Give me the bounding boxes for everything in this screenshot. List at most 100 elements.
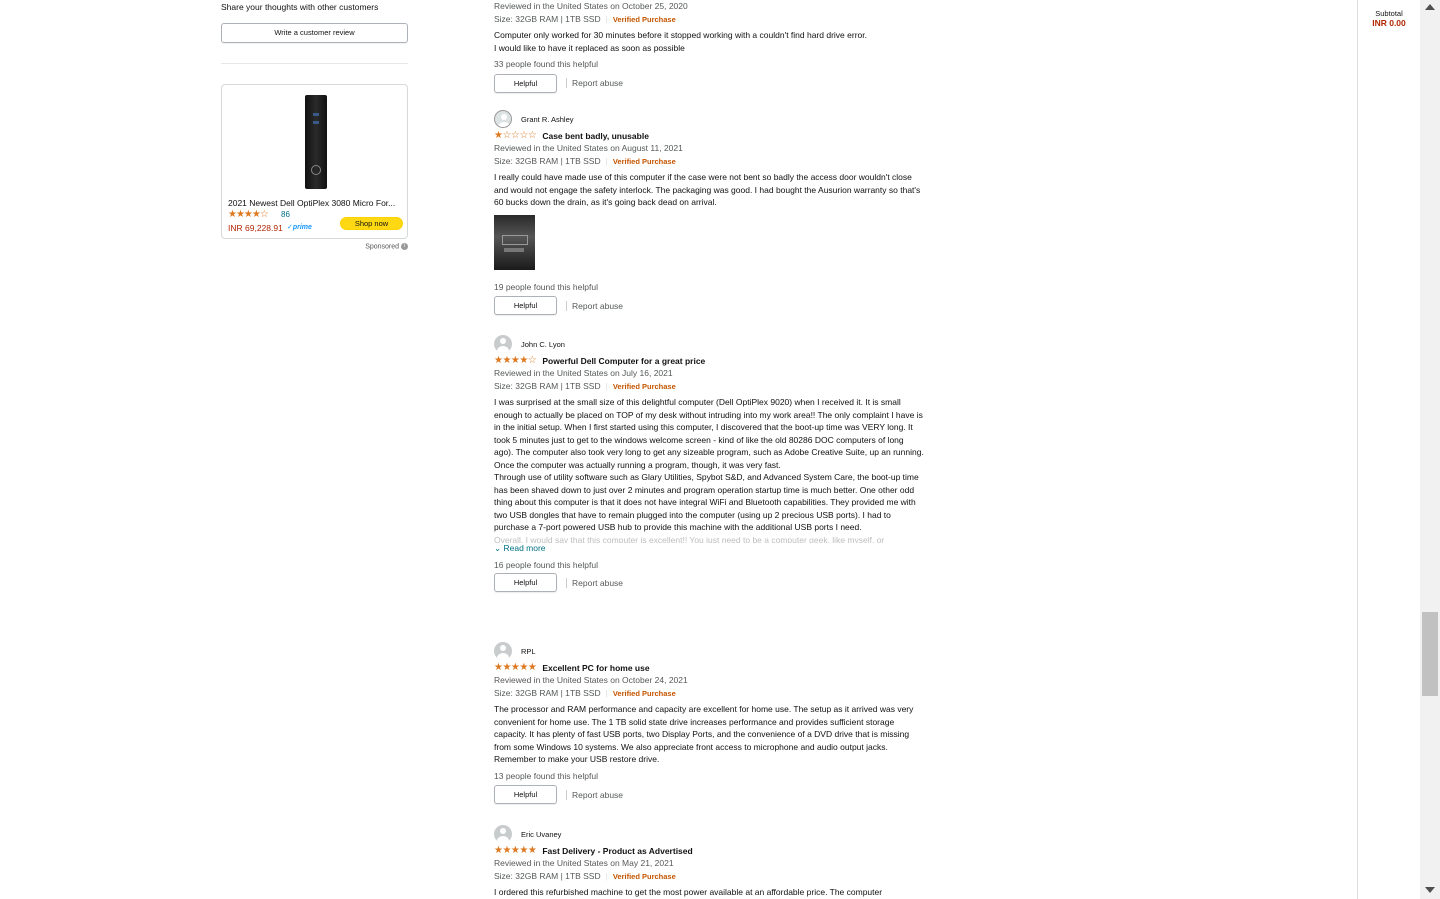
helpful-count: 13 people found this helpful (494, 770, 598, 781)
scroll-down-arrow-icon[interactable] (1425, 887, 1435, 893)
review-body: Computer only worked for 30 minutes befo… (494, 29, 924, 54)
star-rating-icon[interactable]: ★★★★★ (494, 846, 537, 856)
divider (566, 577, 567, 588)
sponsored-label: Sponsored i (221, 243, 408, 250)
review-date: Reviewed in the United States on May 21,… (494, 858, 674, 868)
left-column: Share your thoughts with other customers… (221, 0, 408, 250)
review-title-row: ★★★★★ Fast Delivery - Product as Adverti… (494, 845, 924, 857)
info-icon[interactable]: i (401, 243, 408, 250)
divider (566, 789, 567, 800)
review-actions: Helpful Report abuse (494, 296, 924, 316)
report-abuse-link[interactable]: Report abuse (572, 78, 623, 88)
write-review-button[interactable]: Write a customer review (221, 23, 408, 43)
report-abuse-link[interactable]: Report abuse (572, 790, 623, 800)
helpful-button[interactable]: Helpful (494, 296, 557, 315)
review-body-paragraph: I would like to have it replaced as soon… (494, 42, 685, 53)
review-date: Reviewed in the United States on August … (494, 143, 683, 153)
verified-purchase-badge: Verified Purchase (612, 871, 676, 881)
ad-product-title[interactable]: 2021 Newest Dell OptiPlex 3080 Micro For… (228, 198, 404, 208)
review-body-paragraph: I was surprised at the small size of thi… (494, 397, 924, 470)
sponsored-ad-card[interactable]: 2021 Newest Dell OptiPlex 3080 Micro For… (221, 84, 408, 239)
ad-rating-stars[interactable]: ★★★★☆ (228, 209, 269, 220)
read-more-link[interactable]: ⌄ Read more (494, 543, 924, 554)
helpful-count: 16 people found this helpful (494, 559, 598, 570)
review-actions: Helpful Report abuse (494, 573, 924, 593)
review-item: Reviewed in the United States on October… (494, 0, 924, 93)
verified-purchase-badge: Verified Purchase (612, 381, 676, 391)
star-rating-icon[interactable]: ★★★★☆ (494, 356, 537, 366)
review-body: The processor and RAM performance and ca… (494, 703, 924, 766)
star-rating-icon[interactable]: ★☆☆☆☆ (494, 131, 537, 141)
ad-rating-count[interactable]: 86 (281, 210, 290, 219)
avatar[interactable] (494, 335, 512, 353)
review-variant: Size: 32GB RAM | 1TB SSD | Verified Purcha… (494, 687, 676, 698)
helpful-count: 33 people found this helpful (494, 59, 598, 69)
read-more-label: Read more (503, 542, 546, 553)
subtotal-label: Subtotal (1375, 9, 1403, 18)
review-body: I ordered this refurbished machine to ge… (494, 886, 924, 898)
verified-purchase-badge: Verified Purchase (612, 156, 676, 166)
verified-purchase-badge: Verified Purchase (612, 14, 676, 24)
avatar[interactable] (494, 110, 512, 128)
review-size[interactable]: Size: 32GB RAM | 1TB SSD (494, 871, 601, 881)
report-abuse-link[interactable]: Report abuse (572, 578, 623, 588)
review-date: Reviewed in the United States on July 16… (494, 368, 673, 378)
review-item: Grant R. Ashley ★☆☆☆☆ Case bent badly, u… (494, 110, 924, 316)
review-date: Reviewed in the United States on October… (494, 1, 688, 11)
reviewer-profile[interactable]: John C. Lyon (494, 335, 924, 353)
review-variant: Size: 32GB RAM | 1TB SSD | Verified Purcha… (494, 870, 676, 881)
review-size[interactable]: Size: 32GB RAM | 1TB SSD (494, 14, 601, 24)
review-body-paragraph: I ordered this refurbished machine to ge… (494, 887, 883, 897)
reviewer-profile[interactable]: Grant R. Ashley (494, 110, 924, 128)
divider (221, 63, 408, 64)
review-title[interactable]: Excellent PC for home use (542, 663, 649, 673)
report-abuse-link[interactable]: Report abuse (572, 301, 623, 311)
scroll-up-arrow-icon[interactable] (1425, 4, 1435, 10)
avatar[interactable] (494, 642, 512, 660)
cart-subtotal-sidebar: Subtotal INR 0.00 (1357, 0, 1420, 899)
review-body: I was surprised at the small size of thi… (494, 396, 924, 543)
review-size[interactable]: Size: 32GB RAM | 1TB SSD (494, 381, 601, 391)
dell-logo-icon (311, 165, 321, 175)
review-actions: Helpful Report abuse (494, 73, 924, 93)
review-body-paragraph: I really could have made use of this com… (494, 172, 921, 207)
share-thoughts-text: Share your thoughts with other customers (221, 2, 379, 12)
review-item: RPL ★★★★★ Excellent PC for home use Revi… (494, 642, 924, 805)
avatar[interactable] (494, 825, 512, 843)
review-body-paragraph: Through use of utility software such as … (494, 472, 919, 532)
divider (566, 300, 567, 311)
subtotal-value: INR 0.00 (1372, 18, 1406, 28)
review-title[interactable]: Powerful Dell Computer for a great price (542, 356, 705, 366)
ad-price: INR 69,228.91 (228, 223, 283, 233)
helpful-count: 19 people found this helpful (494, 281, 598, 292)
review-body: I really could have made use of this com… (494, 171, 924, 209)
reviewer-name[interactable]: RPL (521, 647, 536, 656)
review-title[interactable]: Fast Delivery - Product as Advertised (542, 846, 692, 856)
product-image[interactable] (305, 95, 327, 189)
review-photo[interactable] (494, 214, 535, 270)
helpful-button[interactable]: Helpful (494, 73, 557, 93)
review-title[interactable]: Case bent badly, unusable (542, 131, 649, 141)
star-rating-icon[interactable]: ★★★★★ (494, 663, 537, 673)
reviewer-profile[interactable]: RPL (494, 642, 924, 660)
reviewer-name[interactable]: Eric Uvaney (521, 830, 561, 839)
review-item: Eric Uvaney ★★★★★ Fast Delivery - Produc… (494, 825, 924, 898)
review-date: Reviewed in the United States on October… (494, 675, 688, 685)
review-title-row: ★★★★☆ Powerful Dell Computer for a great… (494, 355, 924, 367)
vertical-scrollbar[interactable] (1420, 0, 1440, 899)
reviewer-name[interactable]: John C. Lyon (521, 340, 565, 349)
reviewer-profile[interactable]: Eric Uvaney (494, 825, 924, 843)
review-size[interactable]: Size: 32GB RAM | 1TB SSD (494, 688, 601, 698)
review-item: John C. Lyon ★★★★☆ Powerful Dell Compute… (494, 335, 924, 593)
helpful-button[interactable]: Helpful (494, 785, 557, 804)
review-title-row: ★☆☆☆☆ Case bent badly, unusable (494, 130, 924, 142)
prime-badge-icon: ✓prime (287, 224, 312, 231)
scrollbar-thumb[interactable] (1422, 612, 1438, 696)
review-actions: Helpful Report abuse (494, 785, 924, 805)
reviewer-name[interactable]: Grant R. Ashley (521, 115, 574, 124)
shop-now-button[interactable]: Shop now (340, 217, 403, 230)
divider (566, 78, 567, 88)
review-size[interactable]: Size: 32GB RAM | 1TB SSD (494, 156, 601, 166)
helpful-button[interactable]: Helpful (494, 573, 557, 592)
review-variant: Size: 32GB RAM | 1TB SSD | Verified Purcha… (494, 13, 676, 24)
